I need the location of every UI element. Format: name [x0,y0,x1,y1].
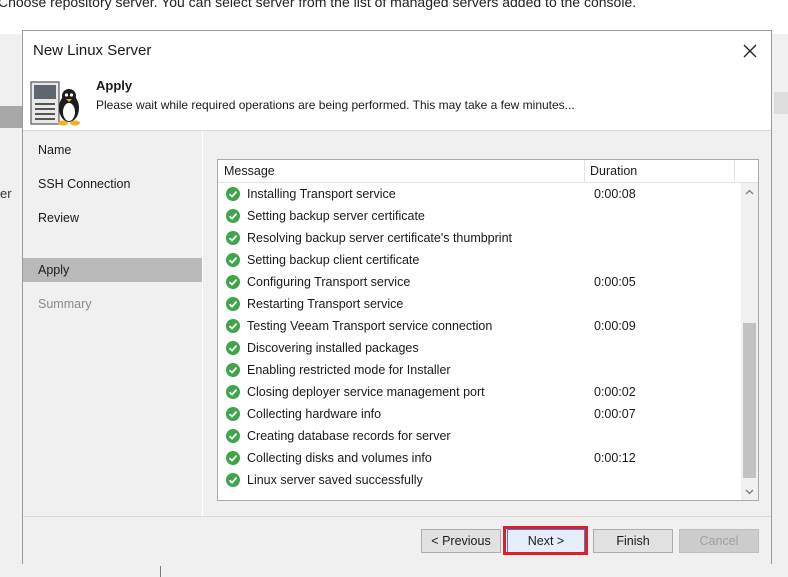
next-button[interactable]: Next > [507,529,585,553]
vertical-scrollbar[interactable] [741,183,758,500]
linux-server-icon [30,81,80,126]
close-button[interactable] [737,39,763,63]
log-row[interactable]: Configuring Transport service 0:00:05 [218,271,740,293]
list-header: Message Duration [218,160,758,183]
chevron-up-icon [745,189,754,194]
background-left-tab [0,106,22,128]
log-row[interactable]: Creating database records for server [218,425,740,447]
log-duration: 0:00:09 [594,319,636,333]
success-check-icon [226,187,240,201]
log-duration: 0:00:02 [594,385,636,399]
log-message: Installing Transport service [247,187,396,201]
nav-step-review[interactable]: Review [23,206,202,230]
log-row[interactable]: Resolving backup server certificate's th… [218,227,740,249]
success-check-icon [226,429,240,443]
log-row[interactable]: Linux server saved successfully [218,469,740,491]
success-check-icon [226,473,240,487]
column-header-duration[interactable]: Duration [584,160,735,182]
cancel-button: Cancel [679,529,759,553]
log-row[interactable]: Testing Veeam Transport service connecti… [218,315,740,337]
log-message: Discovering installed packages [247,341,419,355]
close-icon [743,44,757,58]
nav-step-apply[interactable]: Apply [23,258,202,282]
log-message: Collecting hardware info [247,407,382,421]
log-message: Setting backup server certificate [247,209,425,223]
dialog-title-bar: New Linux Server [23,31,771,67]
background-top-area: Choose repository server. You can select… [0,0,788,34]
column-header-message[interactable]: Message [218,160,585,182]
log-row[interactable]: Setting backup client certificate [218,249,740,271]
chevron-down-icon [745,489,754,494]
log-message: Enabling restricted mode for Installer [247,363,451,377]
log-rows: Installing Transport service 0:00:08 Setti… [218,183,740,491]
log-row[interactable]: Collecting hardware info 0:00:07 [218,403,740,425]
success-check-icon [226,407,240,421]
background-instruction-text: Choose repository server. You can select… [0,0,637,10]
scrollbar-thumb[interactable] [743,323,756,478]
log-message: Closing deployer service management port [247,385,485,399]
log-message: Testing Veeam Transport service connecti… [247,319,493,333]
success-check-icon [226,253,240,267]
nav-step-summary: Summary [38,297,92,311]
step-subtitle: Please wait while required operations ar… [96,98,575,112]
finish-button[interactable]: Finish [593,529,673,553]
log-message: Setting backup client certificate [247,253,420,267]
new-linux-server-dialog: New Linux Server Apply Please wait while… [22,30,772,564]
log-row[interactable]: Setting backup server certificate [218,205,740,227]
success-check-icon [226,385,240,399]
wizard-content: Message Duration Installing Transport se… [203,131,771,516]
log-message: Collecting disks and volumes info [247,451,432,465]
log-message: Configuring Transport service [247,275,411,289]
log-duration: 0:00:05 [594,275,636,289]
success-check-icon [226,275,240,289]
success-check-icon [226,231,240,245]
log-message: Creating database records for server [247,429,451,443]
background-divider [160,566,161,577]
dialog-title: New Linux Server [33,42,152,59]
log-duration: 0:00:07 [594,407,636,421]
log-row[interactable]: Installing Transport service 0:00:08 [218,183,740,205]
log-duration: 0:00:12 [594,451,636,465]
success-check-icon [226,341,240,355]
log-message: Restarting Transport service [247,297,404,311]
log-row[interactable]: Restarting Transport service [218,293,740,315]
previous-button[interactable]: < Previous [421,529,501,553]
log-message: Linux server saved successfully [247,473,423,487]
step-title: Apply [96,78,133,93]
success-check-icon [226,451,240,465]
log-row[interactable]: Collecting disks and volumes info 0:00:12 [218,447,740,469]
log-duration: 0:00:08 [594,187,636,201]
success-check-icon [226,209,240,223]
log-row[interactable]: Closing deployer service management port… [218,381,740,403]
wizard-footer: < Previous Next > Finish Cancel [23,516,771,564]
success-check-icon [226,319,240,333]
log-row[interactable]: Enabling restricted mode for Installer [218,359,740,381]
wizard-steps-nav: Name SSH Connection Review Apply Summary [23,131,202,516]
log-message: Resolving backup server certificate's th… [247,231,513,245]
success-check-icon [226,363,240,377]
scroll-down-button[interactable] [741,483,758,500]
nav-step-ssh-connection[interactable]: SSH Connection [23,172,202,196]
nav-step-name[interactable]: Name [23,138,202,162]
background-left-fragment: er [0,186,12,201]
background-right-control [774,92,788,114]
success-check-icon [226,297,240,311]
scroll-up-button[interactable] [741,183,758,200]
operations-log-list[interactable]: Message Duration Installing Transport se… [217,159,759,501]
wizard-header: Apply Please wait while required operati… [23,67,771,131]
log-row[interactable]: Discovering installed packages [218,337,740,359]
